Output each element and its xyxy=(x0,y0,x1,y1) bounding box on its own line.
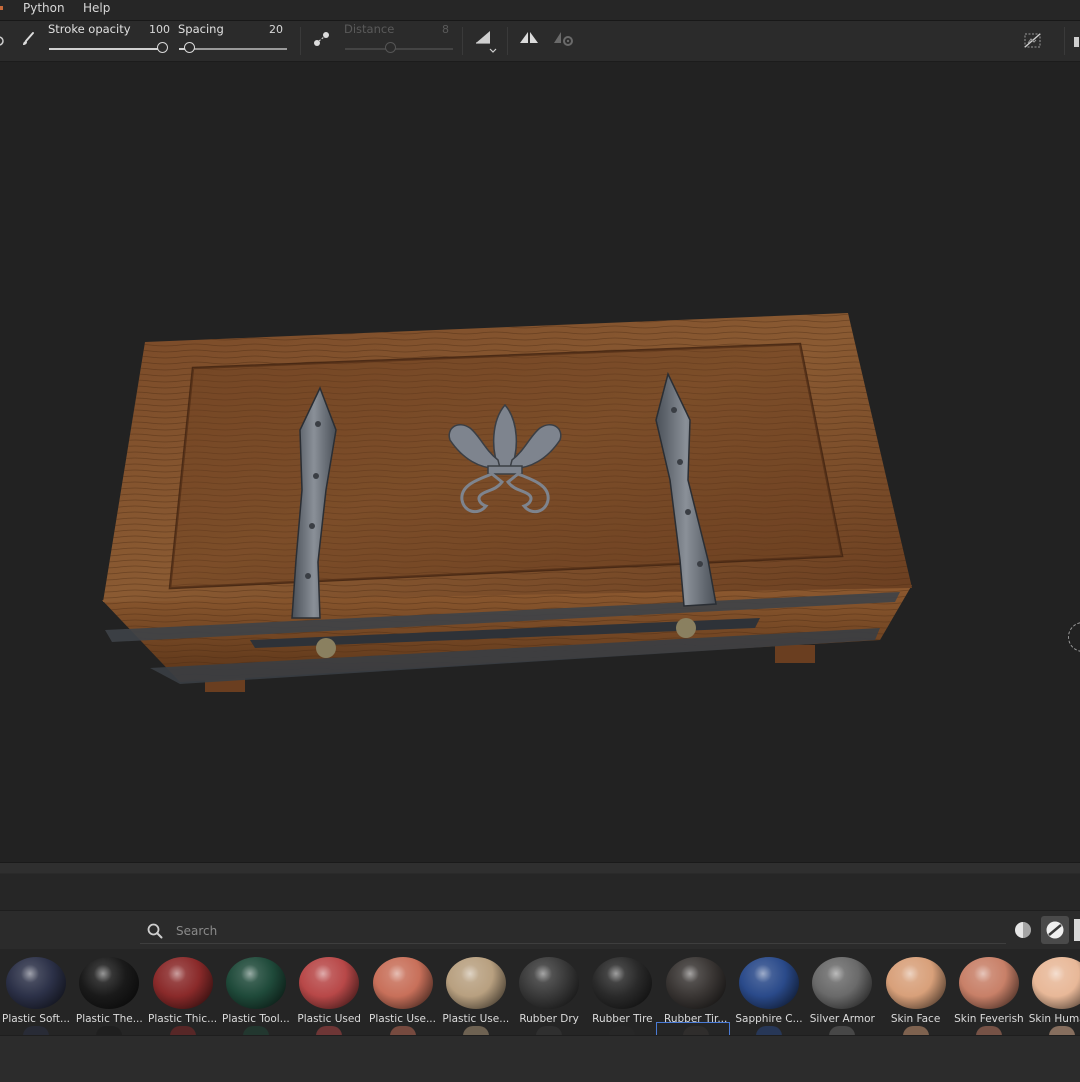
material-item[interactable]: Rubber Dry xyxy=(513,955,585,1031)
material-preview-sphere xyxy=(225,957,286,1009)
material-item[interactable]: Plastic Used xyxy=(293,955,365,1031)
material-preview-peek xyxy=(609,1026,636,1035)
panel-header xyxy=(0,863,1080,873)
menu-python[interactable]: Python xyxy=(23,1,65,15)
toolbar-divider xyxy=(462,27,463,55)
stroke-opacity-fill xyxy=(49,48,162,50)
shelf-tabs-area xyxy=(0,874,1080,911)
material-preview-peek xyxy=(316,1026,343,1035)
material-item[interactable]: Skin Feverish xyxy=(953,955,1025,1031)
material-preview-sphere xyxy=(299,957,360,1009)
material-preview-sphere xyxy=(79,957,140,1009)
material-item[interactable]: Silver Armor xyxy=(806,955,878,1031)
menu-bar: Python Help xyxy=(0,0,1080,21)
distance-handle xyxy=(385,42,396,53)
material-preview-peek xyxy=(1049,1026,1076,1035)
material-preview-peek xyxy=(242,1026,269,1035)
angle-icon[interactable] xyxy=(474,29,500,53)
toolbar-divider xyxy=(1064,27,1065,55)
material-preview-sphere xyxy=(445,957,506,1009)
next-row-previews xyxy=(0,1022,1080,1035)
material-preview-sphere xyxy=(812,957,873,1009)
material-preview-peek xyxy=(96,1026,123,1035)
brush-icon[interactable] xyxy=(20,31,36,47)
material-item[interactable]: Rubber Tire xyxy=(586,955,658,1031)
material-preview-sphere xyxy=(6,957,66,1009)
menu-edge-mark xyxy=(0,6,3,10)
stroke-opacity-value[interactable]: 100 xyxy=(149,23,170,36)
material-preview-peek xyxy=(169,1026,196,1035)
material-preview-sphere xyxy=(372,957,433,1009)
material-item[interactable]: Rubber Tir... xyxy=(660,955,732,1031)
search-input[interactable] xyxy=(140,918,1006,944)
menu-help[interactable]: Help xyxy=(83,1,110,15)
material-preview-sphere xyxy=(958,957,1019,1009)
material-item[interactable]: Skin Huma... xyxy=(1026,955,1080,1031)
lazy-mouse-icon[interactable] xyxy=(313,30,331,48)
material-preview-sphere xyxy=(739,957,799,1009)
overflow-icon[interactable] xyxy=(1074,37,1079,47)
sphere-preview-icon xyxy=(1015,922,1031,938)
wooden-chest-model xyxy=(102,313,912,692)
material-preview-peek xyxy=(389,1026,416,1035)
material-item[interactable]: Plastic The... xyxy=(73,955,145,1031)
material-preview-sphere xyxy=(885,957,946,1009)
sphere-preview-button[interactable] xyxy=(1009,916,1037,944)
material-preview-sphere xyxy=(592,957,653,1009)
shelf-search-row xyxy=(0,911,1080,949)
material-preview-peek xyxy=(829,1026,856,1035)
spacing-value[interactable]: 20 xyxy=(269,23,283,36)
material-preview-sphere xyxy=(1032,957,1080,1009)
toolbar-divider xyxy=(300,27,301,55)
material-item[interactable]: Plastic Use... xyxy=(440,955,512,1031)
material-preview-peek xyxy=(23,1026,49,1035)
materials-grid: Plastic Soft... Plastic The... Plastic Thi… xyxy=(0,949,1080,1035)
material-preview-peek xyxy=(902,1026,929,1035)
3d-viewport[interactable] xyxy=(0,62,1080,862)
shelf-panel: Plastic Soft...Plastic The...Plastic Thi… xyxy=(0,862,1080,1082)
material-item[interactable]: Plastic Soft... xyxy=(0,955,72,1031)
selection-highlight xyxy=(656,1022,730,1035)
material-preview-peek xyxy=(756,1026,782,1035)
symmetry-icon[interactable] xyxy=(518,30,540,46)
material-item[interactable]: Skin Face xyxy=(880,955,952,1031)
toolbar-divider xyxy=(507,27,508,55)
material-preview-icon xyxy=(1046,921,1064,939)
symmetry-settings-icon[interactable] xyxy=(553,30,575,48)
material-item[interactable]: Plastic Use... xyxy=(367,955,439,1031)
status-bar xyxy=(0,1035,1080,1082)
material-preview-peek xyxy=(536,1026,563,1035)
distance-slider xyxy=(345,48,453,50)
spacing-slider[interactable] xyxy=(179,48,287,50)
stroke-opacity-handle[interactable] xyxy=(157,42,168,53)
spacing-label: Spacing xyxy=(178,22,224,36)
material-preview-peek xyxy=(975,1026,1002,1035)
stroke-opacity-slider[interactable] xyxy=(49,48,162,50)
material-item[interactable]: Plastic Thic... xyxy=(147,955,219,1031)
stroke-opacity-label: Stroke opacity xyxy=(48,22,131,36)
material-preview-peek xyxy=(462,1026,489,1035)
latch xyxy=(316,638,336,658)
latch xyxy=(676,618,696,638)
distance-label: Distance xyxy=(344,22,395,36)
spacing-handle[interactable] xyxy=(184,42,195,53)
distance-value: 8 xyxy=(442,23,449,36)
hide-overlay-icon[interactable] xyxy=(1023,32,1043,50)
partial-icon xyxy=(0,36,4,46)
material-item[interactable]: Plastic Tool... xyxy=(220,955,292,1031)
material-item[interactable]: Sapphire C... xyxy=(733,955,805,1031)
material-preview-sphere xyxy=(519,957,580,1009)
material-preview-button[interactable] xyxy=(1041,916,1069,944)
panel-edge-button[interactable] xyxy=(1074,919,1080,941)
tool-properties-toolbar: Stroke opacity 100 Spacing 20 Distance 8 xyxy=(0,21,1080,62)
material-preview-sphere xyxy=(665,957,726,1009)
chest-leg xyxy=(775,645,815,663)
material-preview-sphere xyxy=(152,957,213,1009)
